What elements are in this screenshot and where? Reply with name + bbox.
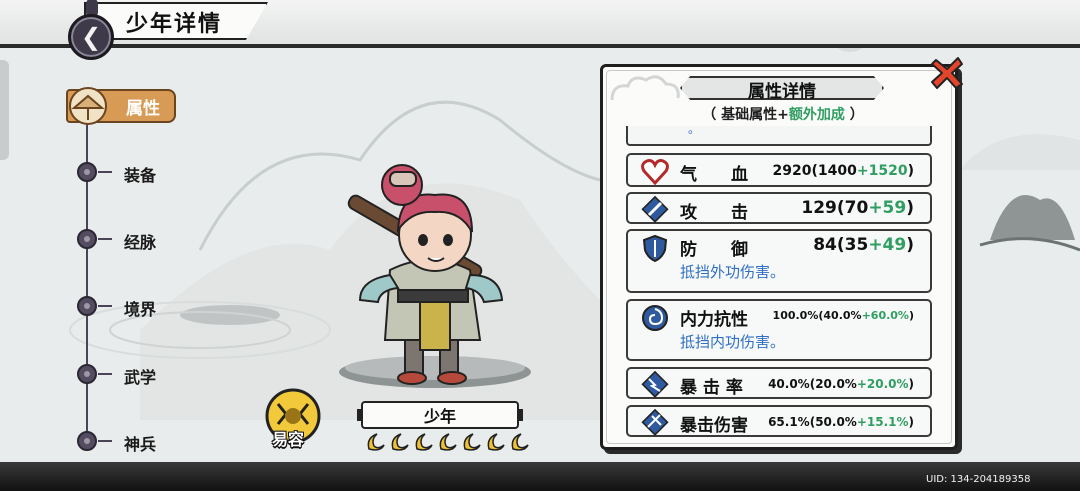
edge-handle[interactable] [0,60,9,160]
stat-base: 70 [844,198,869,218]
stat-total: 65.1% [768,415,810,429]
stat-total: 84 [813,235,837,255]
crescent-star-icon [463,433,481,451]
stat-row-attack: 攻 击 129(70+59) [626,192,932,224]
bottom-bar [0,462,1080,491]
back-arrow-icon: ❮ [80,23,102,51]
back-button[interactable]: ❮ [68,14,114,60]
sidebar-dot [77,162,97,182]
stat-bonus: +49 [868,235,907,255]
stat-name: 暴击伤害 [680,416,748,436]
shield-icon [642,234,668,263]
sidebar-tick [98,440,112,442]
subtitle-base: （ 基础属性+ [702,107,789,123]
sidebar-dot [77,364,97,384]
stat-description: 抵挡内功伤害。 [680,333,786,351]
stat-bonus: +1520 [856,163,908,179]
bamboo-hat-icon [69,87,107,125]
heart-icon [641,159,669,186]
stat-name: 暴 击 率 [680,378,743,398]
crescent-star-icon [367,433,385,451]
sidebar-item-equipment[interactable]: 装备 [124,162,156,186]
crescent-star-icon [391,433,409,451]
swirl-icon [642,305,668,331]
page-title: 少年详情 [126,12,223,37]
stat-bonus: +15.1% [856,415,909,429]
character-name-plate: 少年 [357,401,523,429]
stat-value: 84(35+49) [813,235,914,255]
sidebar-item-divine-weapon[interactable]: 神兵 [124,431,156,455]
sidebar-item-label: 属性 [126,99,160,119]
sidebar-tick [98,238,112,240]
stat-name: 攻 击 [680,203,748,223]
stat-row-crit-damage: 暴击伤害 65.1%(50.0%+15.1%) [626,405,932,437]
stat-row-crit-rate: 暴 击 率 40.0%(20.0%+20.0%) [626,367,932,399]
stat-base: 20.0% [815,377,857,391]
stat-name: 内力抗性 [680,310,748,330]
sidebar-item-martial-arts[interactable]: 武学 [124,364,156,388]
star-rating [365,431,530,452]
stat-value: 2920(1400+1520) [772,163,914,179]
crescent-star-icon [415,433,433,451]
stat-value: 40.0%(20.0%+20.0%) [768,377,914,391]
sidebar-dot [77,431,97,451]
stat-bonus: +60.0% [861,309,909,322]
uid-label: UID: 134-204189358 [926,474,1031,485]
stat-total: 2920 [772,163,812,179]
character-name: 少年 [423,407,456,426]
stat-base: 40.0% [823,309,862,322]
character-portrait[interactable] [320,150,550,400]
sword-icon [641,195,669,223]
top-bar-divider [0,44,1080,48]
stat-row-internal-resistance: 内力抗性 100.0%(40.0%+60.0%) 抵挡内功伤害。 [626,299,932,361]
stat-name: 气 血 [680,165,748,185]
stat-value: 65.1%(50.0%+15.1%) [768,415,914,429]
sidebar-item-realm[interactable]: 境界 [124,296,156,320]
crescent-star-icon [487,433,505,451]
stat-row-hp: 气 血 2920(1400+1520) [626,153,932,187]
sidebar-tick [98,171,112,173]
partial-row [626,126,932,146]
crit-icon [641,370,669,398]
sidebar-tick [98,373,112,375]
stat-description: 抵挡外功伤害。 [680,263,786,281]
stat-total: 40.0% [768,377,810,391]
disguise-label: 易容 [272,430,305,449]
stat-value: 129(70+59) [801,198,914,218]
crescent-star-icon [511,433,529,451]
subtitle-extra: 额外加成 [788,107,845,123]
stat-total: 129 [801,198,837,218]
stat-row-defense: 防 御 84(35+49) 抵挡外功伤害。 [626,229,932,293]
stat-name: 防 御 [680,240,748,260]
sidebar-tick [98,305,112,307]
stat-bonus: +59 [868,198,907,218]
stat-base: 35 [844,235,869,255]
sidebar-dot [77,229,97,249]
close-icon[interactable] [928,54,966,92]
crit-damage-icon [641,408,669,436]
sidebar-dot [77,296,97,316]
sidebar-item-meridians[interactable]: 经脉 [124,229,156,253]
panel-title: 属性详情 [748,82,816,102]
crescent-star-icon [439,433,457,451]
subtitle-close: ） [844,107,864,123]
stat-bonus: +20.0% [856,377,909,391]
stat-total: 100.0% [772,309,819,322]
stat-base: 50.0% [815,415,857,429]
stat-value: 100.0%(40.0%+60.0%) [772,309,914,322]
stat-base: 1400 [817,163,857,179]
partial-row-text: 。 [688,122,701,136]
panel-subtitle: （ 基础属性+额外加成 ） [628,104,938,124]
